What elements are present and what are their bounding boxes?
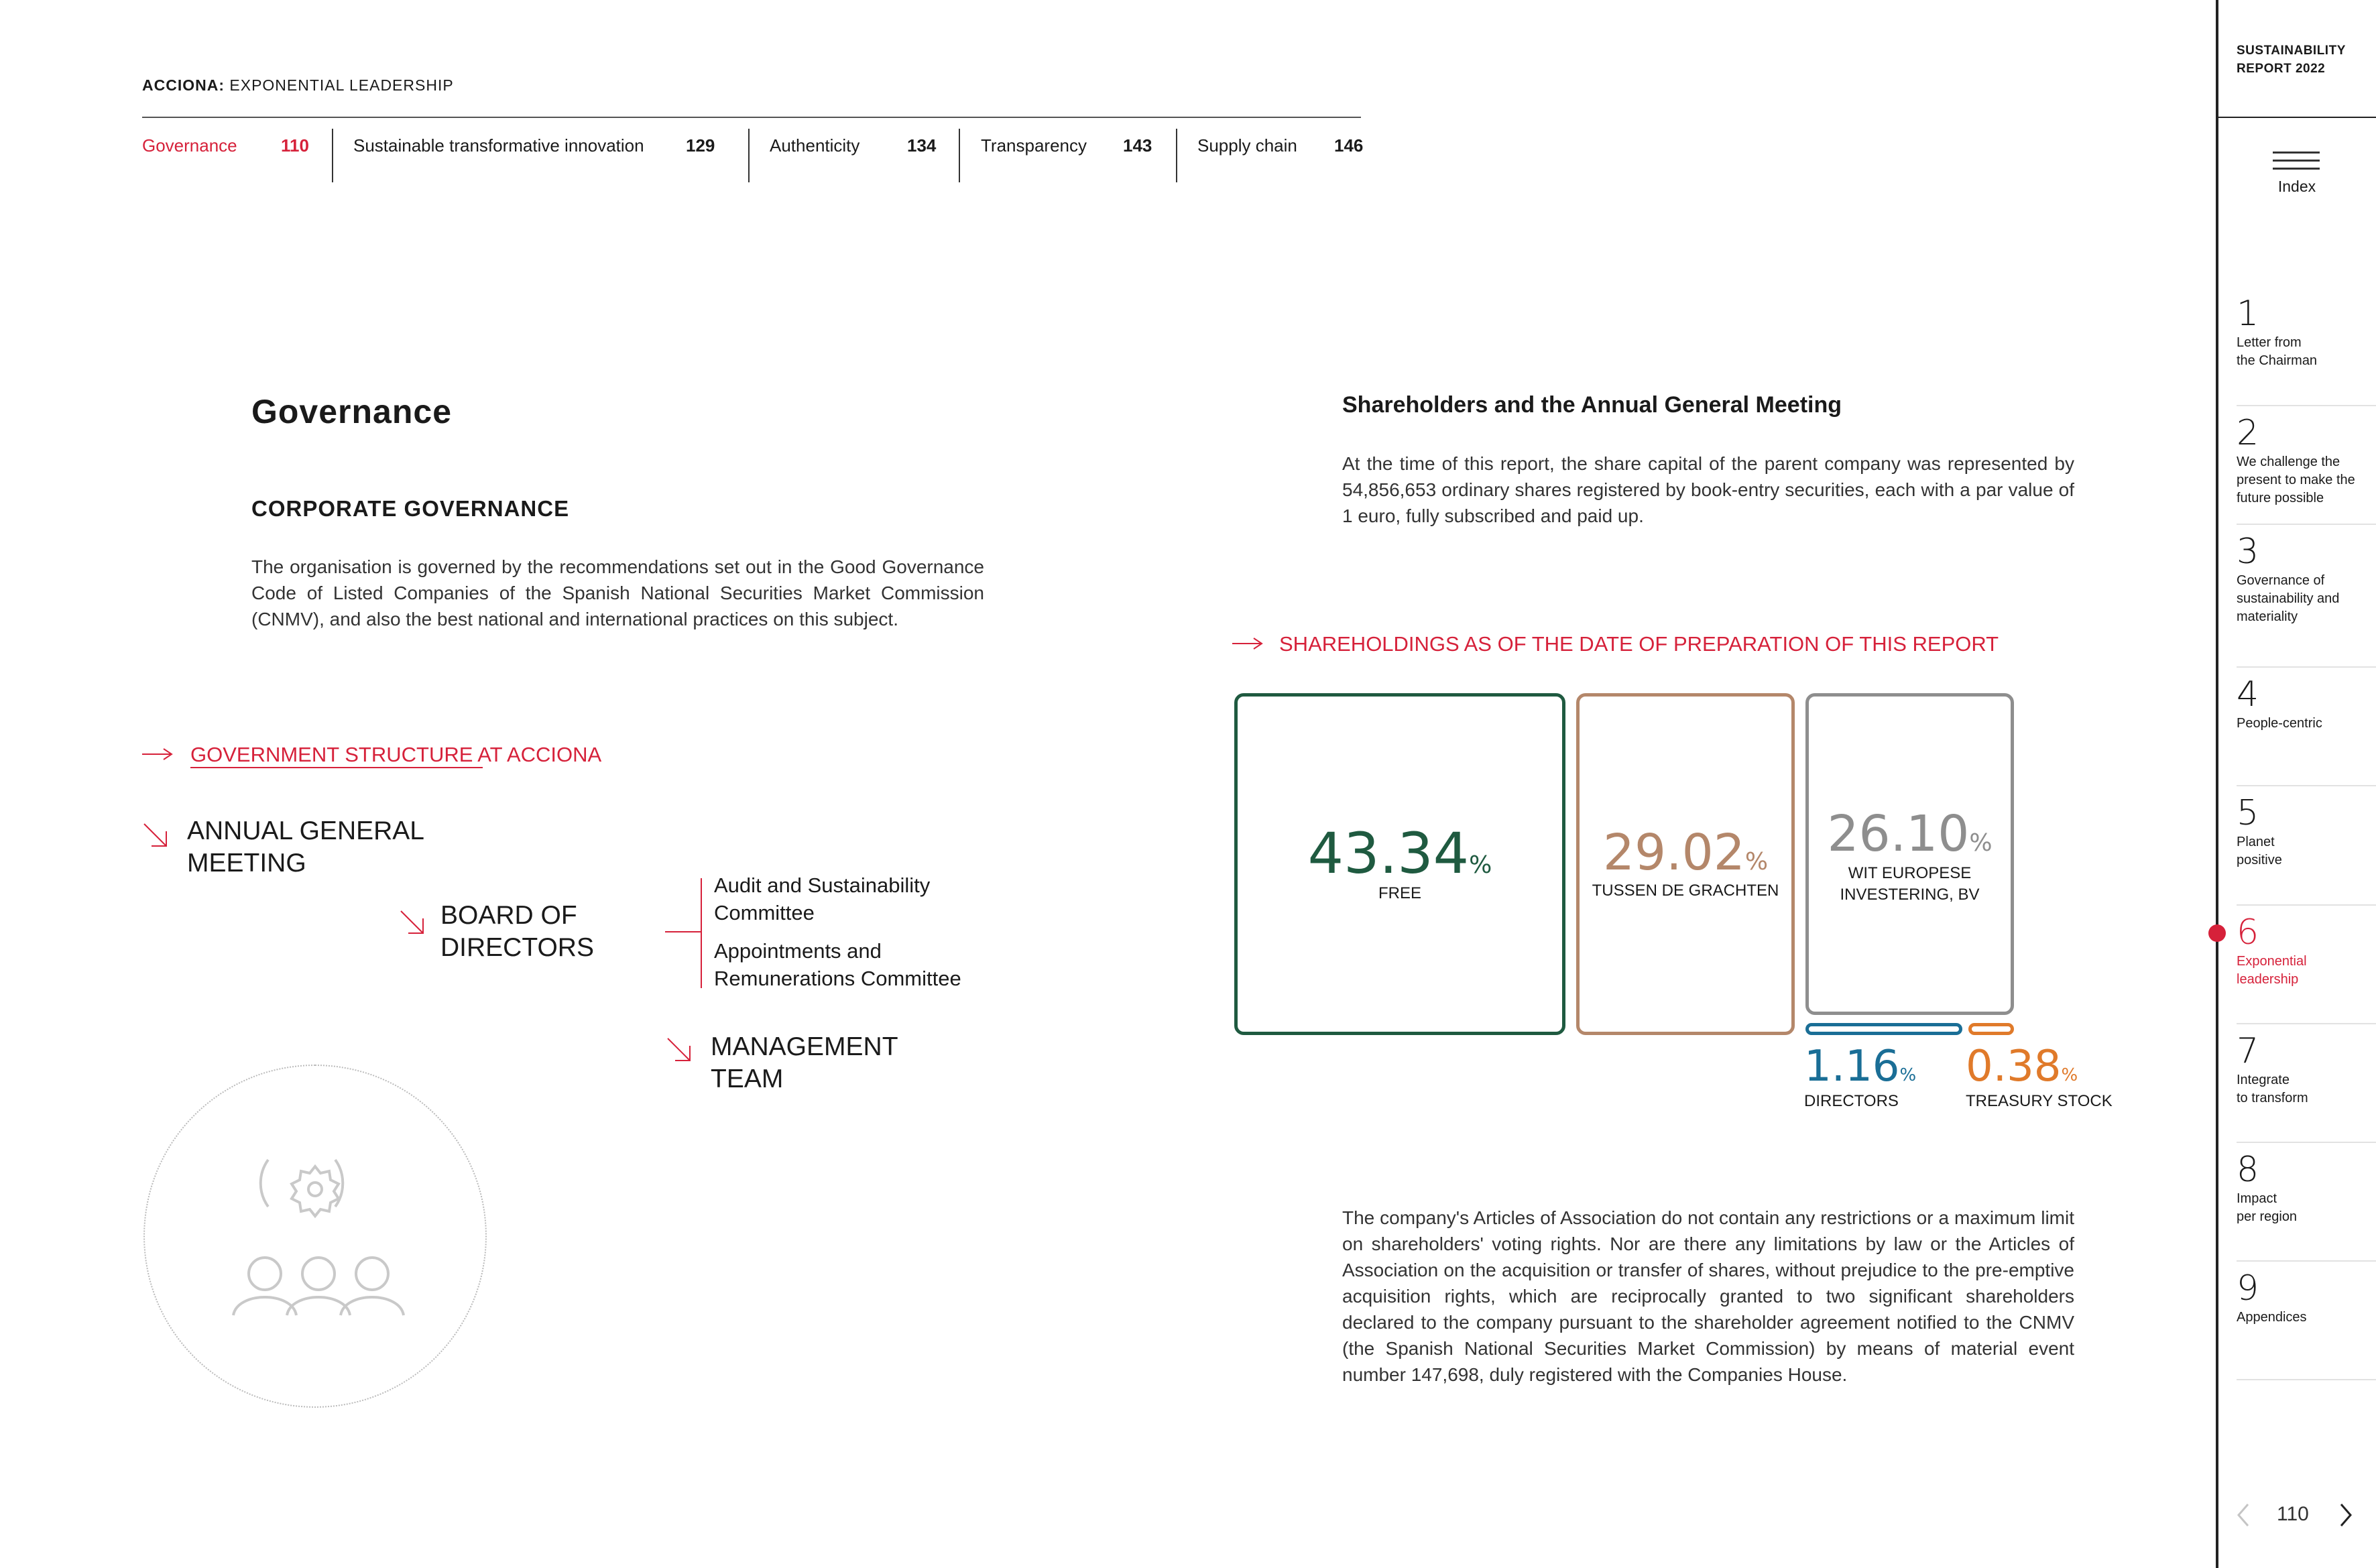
arrow-right-icon <box>142 748 173 760</box>
sidebar-item-planet-positive[interactable]: 5 Planet positive <box>2237 794 2376 869</box>
sidebar-separator <box>2237 1023 2376 1024</box>
sidebar-item-exponential-leadership[interactable]: 6 Exponential leadership <box>2237 914 2376 989</box>
sidebar-item-letter-from-chairman[interactable]: 1 Letter from the Chairman <box>2237 295 2376 370</box>
shareholding-box-free: 43.34% FREE <box>1234 693 1565 1035</box>
sidebar-item-people-centric[interactable]: 4 People-centric <box>2237 676 2376 733</box>
appointments-remunerations-committee: Appointments and Remunerations Committee <box>714 939 961 990</box>
report-title: SUSTAINABILITY REPORT 2022 <box>2237 44 2346 76</box>
sidebar-separator <box>2237 1379 2376 1380</box>
sidebar-separator <box>2237 1260 2376 1262</box>
board-of-directors: BOARD OF DIRECTORS <box>440 901 594 962</box>
shareholding-bar-treasury-stock <box>1968 1023 2014 1035</box>
section-page: 134 <box>907 135 937 156</box>
heading-underline <box>190 767 483 768</box>
structure-heading: GOVERNMENT STRUCTURE AT ACCIONA <box>190 743 602 766</box>
previous-page-button[interactable] <box>2233 1502 2253 1535</box>
sidebar-item-impact-per-region[interactable]: 8 Impact per region <box>2237 1151 2376 1226</box>
section-separator <box>748 129 750 182</box>
arrow-down-right-icon <box>667 1038 691 1061</box>
sidebar-separator <box>2237 904 2376 906</box>
sidebar-item-integrate-to-transform[interactable]: 7 Integrate to transform <box>2237 1032 2376 1107</box>
sidebar-header-divider <box>2218 117 2376 118</box>
annual-general-meeting: ANNUAL GENERAL MEETING <box>187 817 424 878</box>
section-link-authenticity[interactable]: Authenticity 134 <box>770 135 936 156</box>
value-label: 43.34% <box>1307 821 1492 886</box>
section-link-governance[interactable]: Governance 110 <box>142 135 309 156</box>
share-capital-text: At the time of this report, the share ca… <box>1342 453 2074 526</box>
sidebar-item-appendices[interactable]: 9 Appendices <box>2237 1270 2376 1327</box>
value-label: 29.02% <box>1602 824 1769 882</box>
menu-icon[interactable] <box>2273 152 2320 176</box>
sidebar-separator <box>2237 1142 2376 1143</box>
chevron-right-icon <box>2340 1504 2352 1526</box>
value-label: 1.16% <box>1804 1042 1917 1091</box>
section-separator <box>959 129 960 182</box>
section-page: 146 <box>1334 135 1364 156</box>
section-label: Governance <box>142 135 237 156</box>
sidebar-item-governance-sustainability[interactable]: 3 Governance of sustainability and materia… <box>2237 533 2376 626</box>
sidebar-item-we-challenge[interactable]: 2 We challenge the present to make the fut… <box>2237 414 2376 507</box>
series-label: WIT EUROPESE INVESTERING, BV <box>1840 864 1980 904</box>
section-page: 110 <box>281 135 309 156</box>
sidebar-separator <box>2237 405 2376 406</box>
arrow-down-right-icon <box>400 910 424 934</box>
chevron-left-icon <box>2237 1504 2249 1526</box>
section-label: Transparency <box>981 135 1087 156</box>
section-link-supply-chain[interactable]: Supply chain 146 <box>1197 135 1363 156</box>
page-number: 110 <box>2277 1503 2309 1525</box>
section-label: Sustainable transformative innovation <box>353 135 644 156</box>
committee-connector <box>665 931 701 932</box>
articles-of-association-text: The company's Articles of Association do… <box>1342 1207 2074 1385</box>
section-separator <box>1176 129 1177 182</box>
corporate-governance-text: The organisation is governed by the reco… <box>251 556 984 629</box>
section-label: Supply chain <box>1197 135 1297 156</box>
sidebar-separator <box>2237 785 2376 786</box>
management-team: MANAGEMENT TEAM <box>711 1032 898 1093</box>
arrow-down-right-icon <box>143 823 167 847</box>
series-label: FREE <box>1378 884 1421 902</box>
arrow-right-icon <box>1232 638 1263 650</box>
section-separator <box>332 129 333 182</box>
chart-title: SHAREHOLDINGS AS OF THE DATE OF PREPARAT… <box>1279 632 1999 656</box>
value-label: 26.10% <box>1827 805 1993 863</box>
section-label: Authenticity <box>770 135 860 156</box>
next-page-button[interactable] <box>2336 1502 2356 1535</box>
audit-sustainability-committee: Audit and Sustainability Committee <box>714 873 931 924</box>
series-label: TREASURY STOCK <box>1966 1092 2113 1110</box>
shareholding-box-tussen-de-grachten: 29.02% TUSSEN DE GRACHTEN <box>1576 693 1795 1035</box>
section-link-sustainable-innovation[interactable]: Sustainable transformative innovation 12… <box>353 135 715 156</box>
series-label: DIRECTORS <box>1804 1092 1899 1110</box>
header-divider <box>142 117 1361 118</box>
page-title: Governance <box>251 393 453 430</box>
section-page: 129 <box>686 135 715 156</box>
gear-people-icon <box>232 1158 405 1316</box>
sidebar-separator <box>2237 666 2376 668</box>
committee-bracket <box>701 878 702 988</box>
section-link-transparency[interactable]: Transparency 143 <box>981 135 1152 156</box>
shareholding-box-wit-europese: 26.10% WIT EUROPESE INVESTERING, BV <box>1805 693 2014 1015</box>
section-page: 143 <box>1123 135 1152 156</box>
series-label: TUSSEN DE GRACHTEN <box>1592 882 1779 900</box>
shareholding-bar-directors <box>1805 1023 1962 1035</box>
sidebar-divider <box>2216 0 2218 1568</box>
value-label: 0.38% <box>1966 1042 2078 1091</box>
active-section-indicator <box>2208 924 2226 942</box>
shareholders-title: Shareholders and the Annual General Meet… <box>1342 392 1842 418</box>
index-button[interactable]: Index <box>2237 178 2357 196</box>
document-header: ACCIONA: EXPONENTIAL LEADERSHIP <box>142 76 454 94</box>
sidebar-separator <box>2237 524 2376 525</box>
section-title: CORPORATE GOVERNANCE <box>251 496 570 521</box>
